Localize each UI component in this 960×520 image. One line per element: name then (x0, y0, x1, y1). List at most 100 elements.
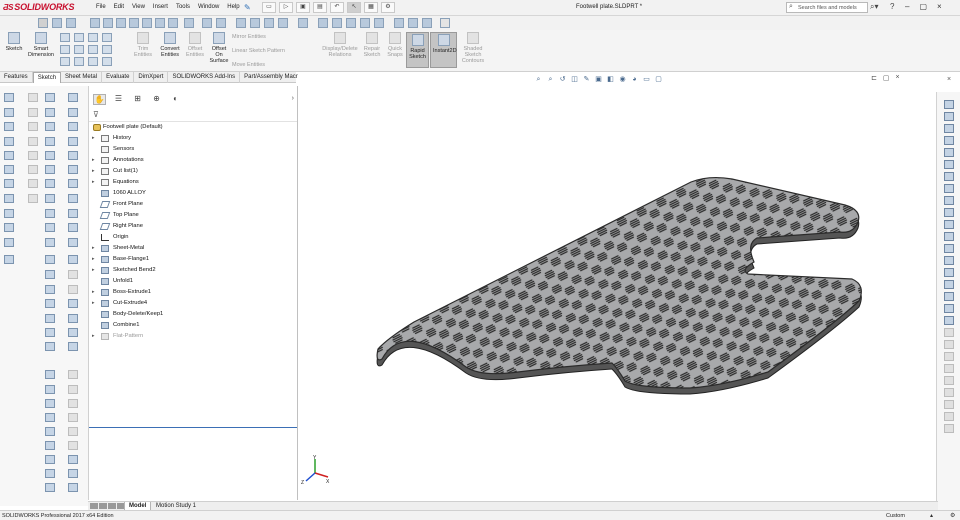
toolbox-tool-icon[interactable] (4, 151, 14, 160)
display-style-icon[interactable] (155, 18, 165, 28)
mirror-entities-button[interactable]: Mirror Entities (232, 34, 292, 40)
jog-toolbar-icon[interactable] (374, 18, 384, 28)
tree-item-body-delete-keep1[interactable]: Body-Delete/Keep1 (89, 309, 297, 320)
toolbox-tool-icon[interactable] (68, 93, 78, 102)
edit-appearance-icon[interactable] (184, 18, 194, 28)
maximize-button[interactable]: ▢ (919, 2, 927, 11)
toolbox-tool-icon[interactable] (45, 399, 55, 408)
toolbox-tool-icon[interactable] (45, 342, 55, 351)
tree-item-sensors[interactable]: Sensors (89, 144, 297, 155)
zoom-icon[interactable] (90, 18, 100, 28)
toolbox-tool-icon[interactable] (45, 165, 55, 174)
toolbox-tool-icon[interactable] (45, 270, 55, 279)
task-pane-tool-icon[interactable] (944, 148, 954, 157)
reference-triad[interactable]: Y X Z (300, 455, 330, 485)
toolbox-tool-icon[interactable] (68, 314, 78, 323)
part-model[interactable] (298, 72, 934, 501)
ambient-occlusion-icon[interactable] (278, 18, 288, 28)
unit-dropdown-icon[interactable]: ▴ (930, 512, 933, 519)
tree-root[interactable]: Footwell plate (Default) (89, 122, 297, 133)
quick-snaps-button[interactable]: Quick Snaps (385, 32, 405, 58)
tree-item-flat-pattern[interactable]: ▸ Flat-Pattern (89, 331, 297, 342)
task-pane-tool-icon[interactable] (944, 268, 954, 277)
flatten-toolbar-icon[interactable] (422, 18, 432, 28)
task-pane-tool-icon[interactable] (944, 292, 954, 301)
display-delete-relations-button[interactable]: Display/Delete Relations (318, 32, 362, 58)
convert-entities-button[interactable]: Convert Entities (157, 32, 183, 58)
tab-sheet-metal[interactable]: Sheet Metal (61, 72, 103, 83)
toolbox-tool-icon[interactable] (45, 93, 55, 102)
rapid-sketch-button[interactable]: Rapid Sketch (406, 32, 429, 68)
task-pane-tool-icon[interactable] (944, 112, 954, 121)
toolbox-tool-icon[interactable] (68, 427, 78, 436)
toolbox-tool-icon[interactable] (68, 270, 78, 279)
spline-icon[interactable] (102, 33, 112, 42)
tree-item-top-plane[interactable]: Top Plane (89, 210, 297, 221)
fold-toolbar-icon[interactable] (408, 18, 418, 28)
toolbox-tool-icon[interactable] (68, 328, 78, 337)
expand-arrow-icon[interactable]: ▸ (92, 243, 95, 254)
filter-icon[interactable]: ⊽ (93, 110, 99, 119)
toolbox-tool-icon[interactable] (45, 137, 55, 146)
prev-tab-icon[interactable] (99, 503, 107, 509)
toolbox-tool-icon[interactable] (45, 238, 55, 247)
toolbox-tool-icon[interactable] (45, 285, 55, 294)
toolbox-tool-icon[interactable] (45, 469, 55, 478)
menu-tools[interactable]: Tools (172, 4, 194, 10)
plane-sketch-icon[interactable] (102, 57, 112, 66)
task-pane-tool-icon[interactable] (944, 388, 954, 397)
task-pane-tool-icon[interactable] (944, 136, 954, 145)
toolbox-tool-icon[interactable] (45, 427, 55, 436)
toolbox-tool-icon[interactable] (4, 209, 14, 218)
graphics-area[interactable]: ⌕ ⌕ ↺ ◫ ✎ ▣ ◧ ◉ ◕ ▭ ▢ ⊏ ▢ × Y X Z (298, 72, 934, 501)
realview-icon[interactable] (250, 18, 260, 28)
toolbox-tool-icon[interactable] (4, 165, 14, 174)
rectangle-icon[interactable] (60, 45, 70, 54)
toolbox-tool-icon[interactable] (68, 179, 78, 188)
configuration-manager-tab-icon[interactable]: ⊞ (131, 94, 144, 105)
toolbox-tool-icon[interactable] (68, 238, 78, 247)
select-icon[interactable]: ↖ (347, 2, 361, 13)
task-pane-tool-icon[interactable] (944, 412, 954, 421)
line-icon[interactable] (60, 33, 70, 42)
polygon-icon[interactable] (88, 45, 98, 54)
smart-dimension-button[interactable]: Smart Dimension (26, 32, 56, 58)
toolbox-tool-icon[interactable] (68, 137, 78, 146)
tree-item-boss-extrude1[interactable]: ▸ Boss-Extrude1 (89, 287, 297, 298)
tree-item-unfold1[interactable]: Unfold1 (89, 276, 297, 287)
rebuild-icon[interactable]: ▦ (364, 2, 378, 13)
expand-arrow-icon[interactable]: ▸ (92, 177, 95, 188)
scene-icon[interactable] (202, 18, 212, 28)
toolbox-tool-icon[interactable] (68, 441, 78, 450)
task-pane-tool-icon[interactable] (944, 328, 954, 337)
toolbox-tool-icon[interactable] (45, 328, 55, 337)
toolbox-tool-icon[interactable] (45, 122, 55, 131)
tab-sketch[interactable]: Sketch (32, 72, 62, 83)
task-pane-tool-icon[interactable] (944, 256, 954, 265)
toolbox-tool-icon[interactable] (45, 179, 55, 188)
toolbox-tool-icon[interactable] (45, 108, 55, 117)
search-dropdown-icon[interactable]: ⌕▾ (870, 2, 879, 12)
feature-tree-tab-icon[interactable]: ✋ (93, 94, 106, 105)
toolbox-tool-icon[interactable] (28, 151, 38, 160)
centerline-icon[interactable] (74, 57, 84, 66)
toolbox-tool-icon[interactable] (45, 370, 55, 379)
print-icon[interactable]: ▤ (313, 2, 327, 13)
task-pane-tool-icon[interactable] (944, 172, 954, 181)
tree-item-history[interactable]: ▸ History (89, 133, 297, 144)
appearance-ball-icon[interactable] (236, 18, 246, 28)
task-pane-tool-icon[interactable] (944, 400, 954, 409)
linear-sketch-pattern-button[interactable]: Linear Sketch Pattern (232, 48, 302, 54)
task-pane-tool-icon[interactable] (944, 244, 954, 253)
minimize-button[interactable]: – (905, 2, 909, 11)
view-settings-icon[interactable] (216, 18, 226, 28)
toolbox-tool-icon[interactable] (68, 223, 78, 232)
search-input[interactable]: ⌕ Search files and models (786, 2, 868, 13)
toolbox-tool-icon[interactable] (68, 370, 78, 379)
edge-flange-toolbar-icon[interactable] (346, 18, 356, 28)
task-pane-tool-icon[interactable] (944, 424, 954, 433)
expand-arrow-icon[interactable]: ▸ (92, 298, 95, 309)
zoom-area-icon[interactable] (103, 18, 113, 28)
toolbox-tool-icon[interactable] (68, 399, 78, 408)
new-document-icon[interactable]: ▭ (262, 2, 276, 13)
